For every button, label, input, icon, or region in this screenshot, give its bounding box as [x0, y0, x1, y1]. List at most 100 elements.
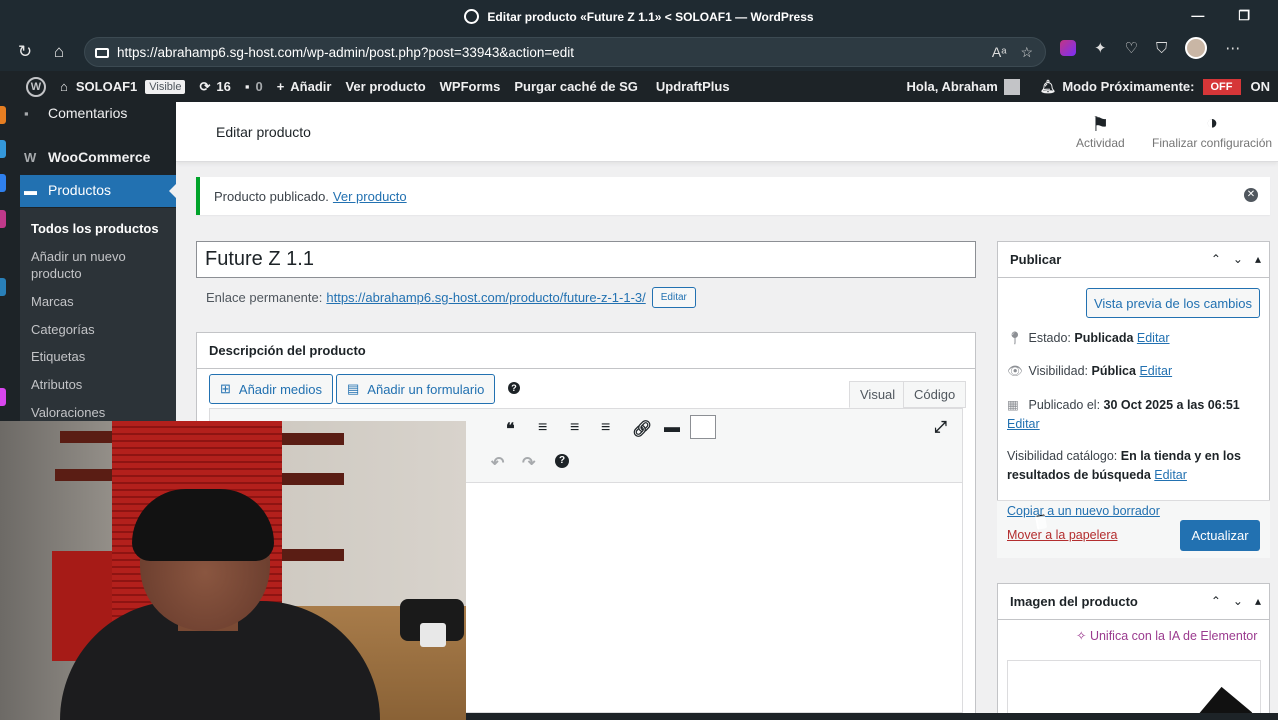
link-icon[interactable]: 🔗︎ — [632, 419, 652, 439]
status-row: 📍︎ Estado: Publicada Editar — [1007, 329, 1170, 348]
collapse-icon[interactable]: ▴ — [1255, 594, 1261, 608]
elementor-ai-label: Unifica con la IA de Elementor — [1089, 629, 1258, 643]
dismiss-icon[interactable]: ✕ — [1244, 188, 1258, 202]
on-label: ON — [1250, 79, 1271, 94]
submenu-add-new-line2: producto — [31, 266, 82, 281]
notice-view-product-link[interactable]: Ver producto — [333, 189, 407, 204]
help-icon[interactable]: ? — [508, 382, 520, 394]
copy-draft-link[interactable]: Copiar a un nuevo borrador — [1007, 502, 1160, 521]
submenu-all-products[interactable]: Todos los productos — [31, 220, 159, 237]
visible-badge: Visible — [145, 79, 186, 94]
browser-toolbar: ↻ ⌂ https://abrahamp6.sg-host.com/wp-adm… — [0, 33, 1278, 71]
submenu-reviews[interactable]: Valoraciones — [31, 404, 105, 421]
my-account-link[interactable]: Hola, Abraham — [907, 78, 1020, 95]
status-label: Estado: — [1028, 331, 1071, 345]
activity-label: Actividad — [1076, 136, 1125, 150]
move-to-trash-link[interactable]: Mover a la papelera — [1007, 526, 1117, 545]
submenu-attributes[interactable]: Atributos — [31, 376, 82, 393]
add-form-button[interactable]: ▤ Añadir un formulario — [336, 374, 496, 404]
move-down-icon[interactable]: ⌄ — [1233, 252, 1243, 266]
blockquote-icon[interactable]: ❝ — [506, 419, 515, 439]
puzzle-icon[interactable]: ✦ — [1094, 39, 1107, 57]
updraftplus-link[interactable]: UpdraftPlus — [656, 79, 730, 94]
tab-visual[interactable]: Visual — [849, 381, 907, 408]
wordpress-logo-icon[interactable]: W — [26, 76, 46, 97]
purge-cache-link[interactable]: Purgar caché de SG — [514, 79, 638, 94]
extension-icon[interactable] — [1060, 40, 1076, 56]
toolbar-toggle-icon[interactable] — [690, 415, 716, 439]
move-up-icon[interactable]: ⌃ — [1211, 594, 1221, 608]
reload-icon[interactable]: ↻ — [8, 42, 42, 62]
finish-setup-button[interactable]: ◑ Finalizar configuración — [1152, 112, 1272, 150]
menu-comments[interactable]: ▪ Comentarios — [24, 105, 127, 121]
address-bar[interactable]: https://abrahamp6.sg-host.com/wp-admin/p… — [84, 37, 1046, 67]
preview-changes-button[interactable]: Vista previa de los cambios — [1086, 288, 1260, 318]
edit-date-link[interactable]: Editar — [1007, 417, 1040, 431]
undo-icon[interactable]: ↶ — [491, 453, 504, 473]
comments-link[interactable]: ▪ 0 — [245, 79, 263, 94]
restore-icon[interactable]: ❐ — [1238, 8, 1250, 24]
url-text: https://abrahamp6.sg-host.com/wp-admin/p… — [117, 44, 575, 60]
bell-icon: 🔔︎ — [1039, 78, 1057, 94]
profile-avatar[interactable] — [1185, 37, 1208, 59]
update-button[interactable]: Actualizar — [1180, 520, 1260, 551]
page-title: Editar producto — [216, 124, 311, 140]
comments-count: 0 — [255, 79, 263, 94]
fullscreen-icon[interactable]: ⤢ — [934, 419, 947, 437]
published-date-row: ▦ Publicado el: 30 Oct 2025 a las 06:51 … — [1007, 396, 1240, 434]
off-badge: OFF — [1202, 78, 1241, 95]
align-right-icon[interactable]: ≡ — [601, 419, 610, 437]
menu-products-label: Productos — [48, 182, 112, 198]
edit-slug-button[interactable]: Editar — [651, 287, 696, 308]
archive-icon: ▬ — [24, 182, 37, 198]
wpforms-link[interactable]: WPForms — [440, 79, 501, 94]
home-icon[interactable]: ⌂ — [42, 42, 76, 62]
eye-icon: 👁︎ — [1007, 364, 1023, 378]
coming-soon-toggle[interactable]: 🔔︎ Modo Próximamente: OFF ON — [1039, 78, 1271, 95]
add-new-link[interactable]: + Añadir — [277, 79, 332, 94]
align-center-icon[interactable]: ≡ — [570, 419, 579, 437]
updates-count: 16 — [216, 79, 231, 94]
catalog-value-line2: resultados de búsqueda — [1007, 468, 1151, 482]
submenu-categories[interactable]: Categorías — [31, 321, 95, 338]
updates-link[interactable]: ⟳ 16 — [199, 79, 230, 95]
permalink-url[interactable]: https://abrahamp6.sg-host.com/producto/f… — [326, 290, 645, 305]
minimize-icon[interactable]: — — [1191, 8, 1204, 24]
move-down-icon[interactable]: ⌄ — [1233, 594, 1243, 608]
health-icon[interactable]: ♡ — [1125, 39, 1138, 57]
product-title-input[interactable] — [196, 241, 976, 278]
align-left-icon[interactable]: ≡ — [538, 419, 547, 437]
collapse-icon[interactable]: ▴ — [1255, 252, 1261, 266]
half-circle-icon: ◑ — [1205, 112, 1219, 134]
redo-icon[interactable]: ↷ — [522, 453, 535, 473]
add-media-label: Añadir medios — [238, 381, 323, 397]
submenu-tags[interactable]: Etiquetas — [31, 348, 85, 365]
edit-visibility-link[interactable]: Editar — [1139, 364, 1172, 378]
keyboard-help-icon[interactable]: ? — [555, 454, 569, 468]
plus-icon: + — [276, 79, 285, 94]
view-product-link[interactable]: Ver producto — [345, 79, 425, 94]
elementor-ai-link[interactable]: ✧ Unifica con la IA de Elementor — [1076, 628, 1257, 643]
add-media-button[interactable]: ⊞ Añadir medios — [209, 374, 334, 404]
product-image-preview[interactable] — [1007, 660, 1261, 715]
menu-products[interactable]: ▬ Productos — [24, 182, 111, 198]
submenu-add-new[interactable]: Añadir un nuevo producto — [31, 248, 126, 282]
taskbar-strip — [0, 102, 6, 422]
calendar-icon: ▦ — [1007, 398, 1019, 412]
favorite-star-icon[interactable]: ☆ — [1020, 44, 1033, 61]
move-up-icon[interactable]: ⌃ — [1211, 252, 1221, 266]
status-value: Publicada — [1074, 331, 1134, 345]
edit-catalog-link[interactable]: Editar — [1154, 468, 1187, 482]
read-aloud-icon[interactable]: Aᵃ — [992, 44, 1007, 61]
submenu-brands[interactable]: Marcas — [31, 293, 74, 310]
site-name-link[interactable]: ⌂ SOLOAF1 Visible — [60, 79, 186, 94]
activity-button[interactable]: ⚑ Actividad — [1076, 112, 1125, 150]
tab-code[interactable]: Código — [903, 381, 967, 408]
flag-icon: ⚑ — [1091, 114, 1110, 136]
menu-woocommerce[interactable]: W WooCommerce — [24, 149, 150, 165]
description-box-title: Descripción del producto — [197, 333, 975, 369]
edit-status-link[interactable]: Editar — [1137, 331, 1170, 345]
read-more-icon[interactable]: ▬ — [664, 419, 680, 437]
shield-icon[interactable]: ⛉ — [1156, 40, 1167, 57]
more-options-icon[interactable]: ⋯ — [1225, 39, 1240, 57]
